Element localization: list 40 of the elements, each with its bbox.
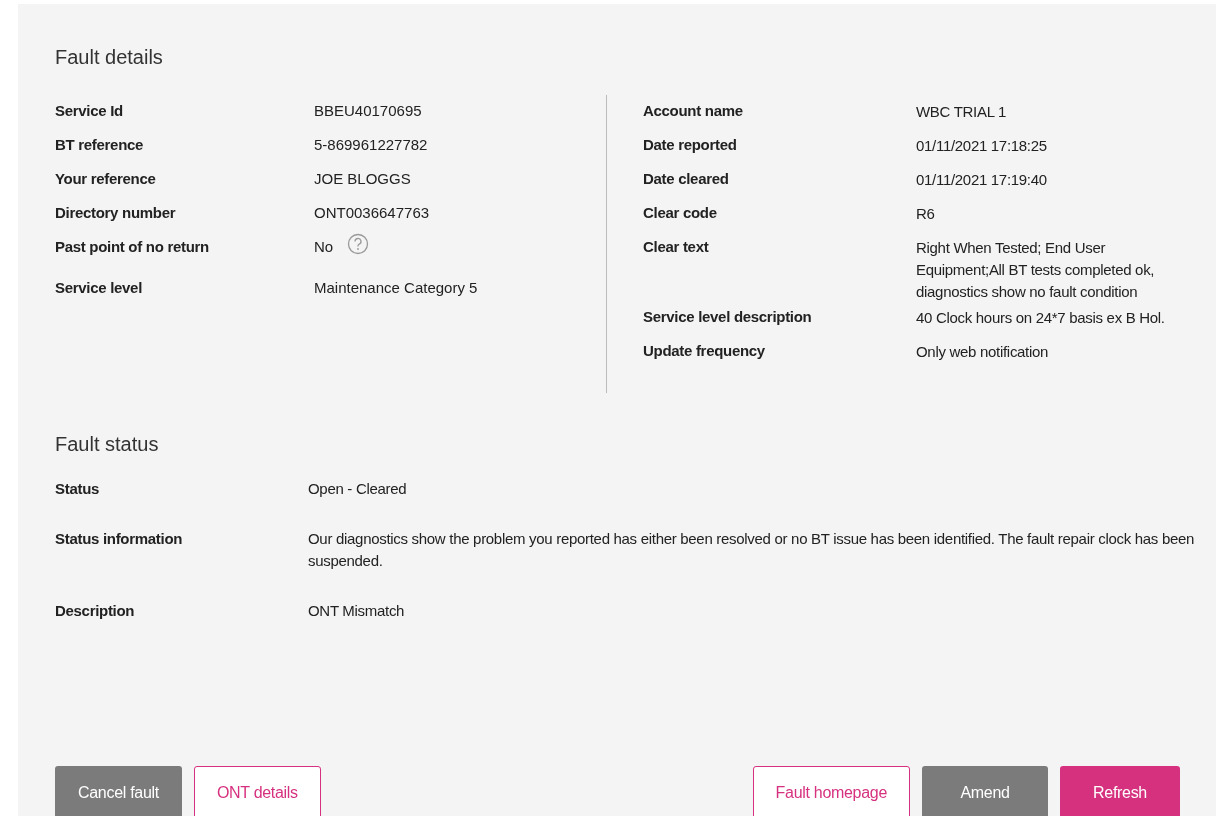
field-label: Your reference (55, 169, 157, 189)
field-label: Status (55, 479, 101, 499)
field-label: Update frequency (643, 341, 766, 361)
action-button[interactable]: Fault homepage (752, 766, 910, 816)
field-label: Date reported (643, 135, 738, 155)
field-value: WBC TRIAL 1 (916, 102, 1008, 122)
section-title: Fault details (55, 46, 164, 69)
field-label: Status information (55, 529, 184, 549)
action-button[interactable]: Refresh (1060, 766, 1180, 816)
section-title: Fault status (55, 433, 160, 456)
field-label: Clear code (643, 203, 718, 223)
field-label: Account name (643, 101, 744, 121)
field-value: JOE BLOGGS (314, 169, 411, 189)
field-value: Maintenance Category 5 (314, 278, 478, 298)
field-value: 01/11/2021 17:19:40 (916, 170, 1048, 190)
field-value: 5-869961227782 (314, 135, 428, 155)
field-label: Description (55, 601, 136, 621)
help-icon[interactable] (347, 233, 370, 255)
action-button[interactable]: ONT details (193, 766, 321, 816)
field-value: Our diagnostics show the problem you reported has either been resolved or no BT issue has been identified. The fault repair clock has been suspended. (308, 529, 1196, 571)
field-label: Directory number (55, 203, 177, 223)
field-label: BT reference (55, 135, 145, 155)
field-label: Past point of no return (55, 237, 210, 257)
field-value: ONT Mismatch (308, 601, 405, 621)
field-label: Service level description (643, 307, 813, 327)
field-label: Clear text (643, 237, 710, 257)
action-button[interactable]: Amend (922, 766, 1048, 816)
field-value: 40 Clock hours on 24*7 basis ex B Hol. (916, 308, 1166, 328)
field-value: Open - Cleared (308, 479, 407, 499)
field-label: Date cleared (643, 169, 730, 189)
field-value: Right When Tested; End User Equipment;All BT tests completed ok, diagnostics show no fault condition (916, 238, 1156, 302)
field-value: 01/11/2021 17:18:25 (916, 136, 1048, 156)
action-button[interactable]: Cancel fault (55, 766, 182, 816)
field-value: BBEU40170695 (314, 101, 422, 121)
field-label: Service level (55, 278, 143, 298)
field-value: No (314, 237, 334, 257)
field-value: R6 (916, 204, 936, 224)
field-value: ONT0036647763 (314, 203, 430, 223)
field-label: Service Id (55, 101, 124, 121)
field-value: Only web notification (916, 342, 1050, 362)
